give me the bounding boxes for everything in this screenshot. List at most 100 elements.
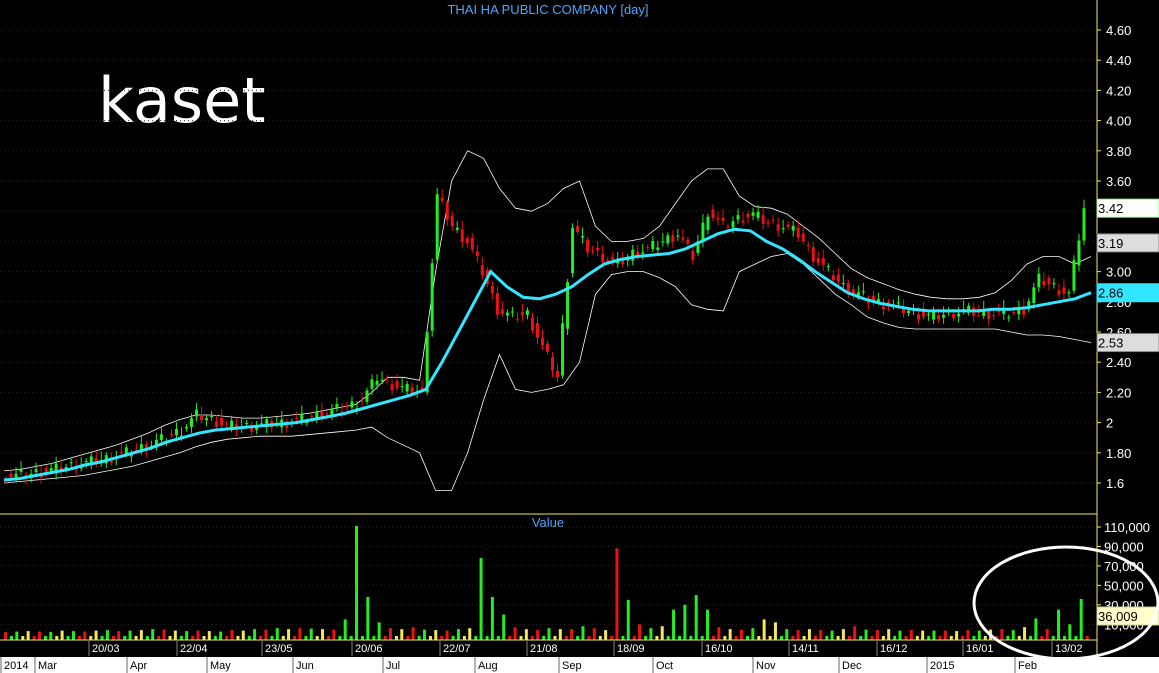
candle-body	[450, 216, 454, 227]
volume-bar-minor	[779, 636, 783, 640]
volume-grid	[0, 526, 1095, 625]
volume-bar	[739, 629, 743, 640]
price-tick-label: 4.60	[1106, 23, 1131, 38]
date-label: 16/01	[966, 643, 994, 655]
volume-bar	[422, 629, 426, 640]
volume-bar-minor	[462, 636, 466, 640]
candle-body	[781, 228, 785, 230]
volume-bar	[887, 629, 891, 640]
chart-title: THAI HA PUBLIC COMPANY [day]	[447, 2, 648, 17]
volume-bar	[1034, 618, 1038, 640]
volume-bar	[592, 628, 596, 640]
candle-body	[791, 225, 795, 231]
volume-bar-minor	[859, 636, 863, 640]
candle-body	[786, 224, 790, 228]
volume-bar	[830, 630, 834, 640]
volume-bar-minor	[530, 636, 534, 640]
volume-bar	[377, 622, 381, 640]
candle-body	[821, 257, 825, 265]
volume-bar	[411, 627, 415, 640]
volume-bar-minor	[202, 636, 206, 640]
candle-body	[621, 260, 625, 265]
candle-body	[34, 469, 38, 473]
volume-bar	[309, 628, 313, 640]
volume-bar	[37, 631, 41, 640]
volume-bar-minor	[474, 636, 478, 640]
candle-body	[586, 239, 590, 253]
candle-body	[666, 235, 670, 244]
candle-body	[741, 220, 745, 223]
candle-body	[601, 253, 605, 262]
stock-chart: THAI HA PUBLIC COMPANY [day] kaset 1.6 1.…	[0, 0, 1159, 673]
candle-body	[435, 194, 439, 260]
candle-body	[711, 209, 715, 219]
candle-body	[761, 215, 765, 224]
volume-bar-minor	[961, 636, 965, 640]
volume-bar-minor	[904, 636, 908, 640]
candle-body	[917, 314, 921, 320]
volume-bar-minor	[383, 636, 387, 640]
volume-bar-minor	[813, 636, 817, 640]
volume-bar	[456, 629, 460, 640]
volume-bar-minor	[564, 636, 568, 640]
month-label: Dec	[842, 660, 862, 672]
candle-body	[686, 239, 690, 244]
candle-body	[530, 317, 534, 331]
volume-bar	[819, 630, 823, 640]
volume-bar-minor	[700, 636, 704, 640]
volume-bar	[683, 604, 687, 640]
candle-body	[210, 415, 214, 417]
candle-body	[225, 423, 229, 425]
candle-body	[746, 213, 750, 218]
volume-bar	[796, 630, 800, 640]
candle-body	[546, 343, 549, 352]
candle-body	[345, 404, 349, 408]
candle-body	[571, 228, 575, 274]
volume-bar	[332, 629, 336, 640]
volume-bar-minor	[496, 636, 500, 640]
month-label: 2014	[4, 660, 28, 672]
volume-bar	[151, 629, 155, 640]
volume-bar	[343, 619, 347, 640]
candle-body	[1012, 312, 1016, 314]
candle-body	[375, 380, 379, 385]
candle-body	[721, 217, 725, 221]
volume-bar	[649, 628, 653, 640]
volume-bar	[660, 626, 664, 640]
volume-bar	[853, 626, 857, 640]
volume-bar	[468, 628, 472, 640]
candle-body	[215, 421, 219, 428]
candle-body	[390, 384, 394, 391]
volume-bar-minor	[281, 636, 285, 640]
volume-bar-minor	[519, 636, 523, 640]
volume-bar	[355, 526, 359, 640]
volume-bar-minor	[168, 636, 172, 640]
candle-body	[1062, 287, 1066, 294]
volume-bar-minor	[270, 636, 274, 640]
volume-bar-minor	[77, 636, 81, 640]
price-axis-ticks: 1.61.8022.202.402.602.803.003.203.403.60…	[1097, 23, 1131, 491]
candle-body	[641, 252, 645, 254]
candle-body	[185, 426, 188, 429]
date-label: 23/05	[265, 643, 293, 655]
month-label: Oct	[656, 660, 673, 672]
candle-body	[646, 246, 650, 248]
candle-body	[190, 418, 194, 427]
candle-body	[1077, 240, 1081, 266]
candle-body	[535, 323, 539, 338]
volume-bar-minor	[179, 636, 183, 640]
candle-body	[551, 357, 555, 371]
candle-body	[561, 323, 565, 376]
volume-bar-minor	[723, 636, 727, 640]
candle-body	[681, 237, 685, 240]
candle-body	[49, 468, 53, 471]
candle-body	[676, 235, 680, 237]
volume-bar-minor	[712, 636, 716, 640]
candle-body	[440, 197, 444, 201]
volume-bar	[875, 630, 879, 640]
volume-bar-minor	[1006, 636, 1010, 640]
volume-bar	[400, 629, 404, 640]
volume-bar	[977, 630, 981, 640]
volume-bar-minor	[1040, 636, 1044, 640]
volume-bar-minor	[938, 636, 942, 640]
